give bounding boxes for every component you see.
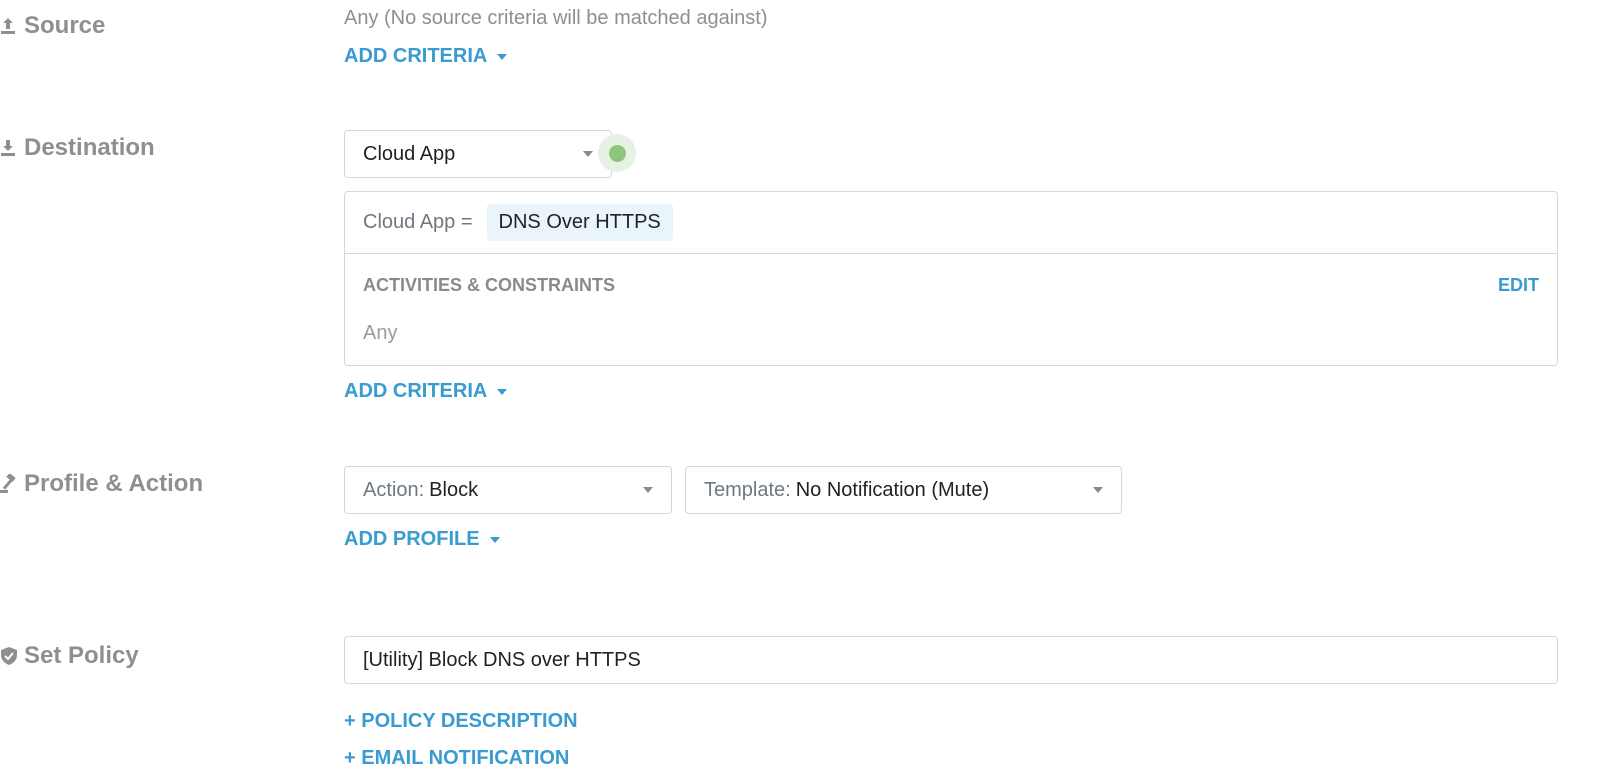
destination-type-select[interactable]: Cloud App [344, 130, 612, 178]
destination-add-criteria-label: ADD CRITERIA [344, 380, 488, 402]
destination-criteria-box: Cloud App = DNS Over HTTPS ACTIVITIES & … [344, 191, 1558, 366]
activities-edit-button[interactable]: EDIT [1498, 275, 1539, 296]
source-section-label: Source [0, 12, 105, 40]
add-profile-label: ADD PROFILE [344, 528, 480, 550]
source-add-criteria-label: ADD CRITERIA [344, 45, 488, 67]
destination-section-label: Destination [0, 134, 155, 162]
source-label: Source [24, 12, 106, 39]
chevron-down-icon [583, 151, 593, 157]
destination-type-value: Cloud App [363, 142, 456, 165]
policy-description-button[interactable]: + POLICY DESCRIPTION [344, 710, 578, 733]
policy-name-input[interactable] [344, 636, 1558, 684]
status-indicator [598, 134, 636, 172]
add-profile-button[interactable]: ADD PROFILE [344, 528, 500, 551]
criteria-key: Cloud App = [363, 211, 473, 233]
chevron-down-icon [1093, 487, 1103, 493]
upload-icon [0, 15, 18, 37]
caret-down-icon [497, 388, 508, 395]
action-select-value: Block [429, 478, 479, 501]
action-select-prefix: Action: [363, 478, 425, 501]
profile-action-section-label: Profile & Action [0, 470, 203, 498]
gavel-icon [0, 473, 18, 495]
caret-down-icon [497, 53, 508, 60]
download-icon [0, 137, 18, 159]
set-policy-section-label: Set Policy [0, 642, 139, 670]
email-notification-button[interactable]: + EMAIL NOTIFICATION [344, 747, 569, 770]
source-description: Any (No source criteria will be matched … [344, 7, 768, 29]
criteria-row: Cloud App = DNS Over HTTPS [345, 192, 1557, 254]
template-select-prefix: Template: [704, 478, 791, 501]
status-dot [608, 144, 626, 162]
chevron-down-icon [643, 487, 653, 493]
profile-action-label: Profile & Action [24, 470, 204, 497]
action-select[interactable]: Action: Block [344, 466, 672, 514]
destination-label: Destination [24, 134, 155, 161]
policy-editor: Source Any (No source criteria will be m… [0, 0, 1600, 776]
activities-value: Any [363, 322, 398, 344]
caret-down-icon [489, 536, 500, 543]
activities-title: ACTIVITIES & CONSTRAINTS [363, 275, 616, 295]
criteria-value-chip[interactable]: DNS Over HTTPS [486, 204, 673, 241]
template-select-value: No Notification (Mute) [795, 478, 990, 501]
template-select[interactable]: Template: No Notification (Mute) [685, 466, 1122, 514]
set-policy-label: Set Policy [24, 642, 139, 669]
destination-add-criteria-button[interactable]: ADD CRITERIA [344, 380, 508, 403]
source-add-criteria-button[interactable]: ADD CRITERIA [344, 45, 508, 68]
shield-check-icon [0, 645, 18, 667]
